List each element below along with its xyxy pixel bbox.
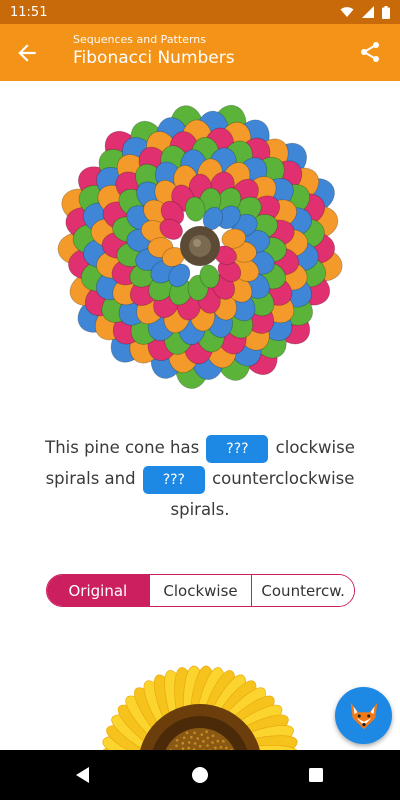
question-part-1: This pine cone has: [45, 438, 200, 457]
status-icons: [340, 5, 390, 19]
arrow-left-icon[interactable]: [14, 40, 40, 66]
counterclockwise-answer-blank[interactable]: ???: [142, 465, 205, 494]
toggle-counterclockwise[interactable]: Countercw.: [252, 575, 354, 606]
back-triangle-icon[interactable]: [73, 765, 93, 785]
battery-icon: [382, 5, 390, 19]
status-time: 11:51: [10, 4, 48, 20]
wifi-icon: [340, 7, 354, 17]
app-bar-titles: Sequences and Patterns Fibonacci Numbers: [73, 33, 235, 69]
fox-icon: [350, 702, 377, 729]
page-title: Fibonacci Numbers: [73, 48, 235, 68]
status-bar: 11:51: [0, 0, 400, 24]
lesson-content: This pine cone has ??? clockwise spirals…: [0, 81, 400, 750]
question-text: This pine cone has ??? clockwise spirals…: [30, 432, 370, 525]
share-icon[interactable]: [358, 40, 382, 64]
toggle-clockwise[interactable]: Clockwise: [149, 575, 253, 606]
toggle-original[interactable]: Original: [47, 575, 150, 606]
pinecone-image: [57, 104, 343, 389]
clockwise-answer-blank[interactable]: ???: [206, 434, 269, 463]
signal-icon: [362, 6, 374, 18]
recents-square-icon[interactable]: [306, 765, 326, 785]
app-bar: Sequences and Patterns Fibonacci Numbers: [0, 24, 400, 81]
fox-assistant-button[interactable]: [335, 687, 392, 744]
sunflower-image: [100, 665, 300, 750]
page-subtitle: Sequences and Patterns: [73, 33, 206, 46]
view-toggle: Original Clockwise Countercw.: [46, 574, 355, 607]
system-nav-bar: [0, 750, 400, 800]
home-circle-icon[interactable]: [190, 765, 210, 785]
